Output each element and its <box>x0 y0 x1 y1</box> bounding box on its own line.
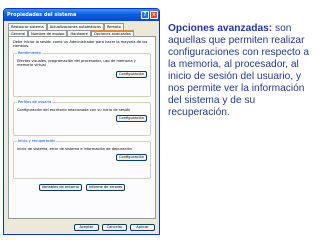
user-profiles-settings-button[interactable]: Configuración <box>116 115 147 123</box>
panel-bottom-buttons: Variables de entorno Informe de errores <box>13 183 151 191</box>
title-buttons: ? × <box>141 11 159 19</box>
help-button[interactable]: ? <box>141 11 149 19</box>
user-profiles-group: Perfiles de usuario Configuración del es… <box>13 99 151 136</box>
tab-row-1: Restaurar sistema Actualizaciones automá… <box>4 23 159 30</box>
title-bar[interactable]: Propiedades del sistema ? × <box>4 9 159 21</box>
dialog-footer: Aceptar Cancelar Aplicar <box>4 224 159 231</box>
window-title: Propiedades del sistema <box>7 12 77 18</box>
user-profiles-description: Configuración del escritorio relacionada… <box>17 107 131 112</box>
apply-button[interactable]: Aplicar <box>130 224 155 231</box>
advanced-options-panel: Debe iniciar la sesión como un Administr… <box>8 36 156 219</box>
startup-recovery-settings-button[interactable]: Configuración <box>116 154 147 162</box>
close-button[interactable]: × <box>150 11 158 19</box>
admin-note: Debe iniciar la sesión como un Administr… <box>13 40 148 49</box>
startup-recovery-description: Inicio de sistema, error de sistema e in… <box>17 146 132 151</box>
description-text: Opciones avanzadas: son aquellas que per… <box>168 23 318 119</box>
tab-actualizaciones-automaticas[interactable]: Actualizaciones automáticas <box>46 23 104 30</box>
system-properties-dialog: Propiedades del sistema ? × Restaurar si… <box>3 8 160 235</box>
startup-recovery-legend: Inicio y recuperación <box>17 138 57 143</box>
description-body: son aquellas que permiten realizar confi… <box>168 23 310 118</box>
performance-description: Efectos visuales, programación del proce… <box>17 58 136 68</box>
performance-settings-button[interactable]: Configuración <box>116 70 147 78</box>
ok-button[interactable]: Aceptar <box>74 224 99 231</box>
startup-recovery-group: Inicio y recuperación Inicio de sistema,… <box>13 138 151 179</box>
cancel-button[interactable]: Cancelar <box>102 224 127 231</box>
performance-group: Rendimiento Efectos visuales, programaci… <box>13 50 151 97</box>
user-profiles-legend: Perfiles de usuario <box>17 99 53 104</box>
tab-restaurar-sistema[interactable]: Restaurar sistema <box>8 23 47 30</box>
performance-legend: Rendimiento <box>17 50 42 55</box>
environment-variables-button[interactable]: Variables de entorno <box>38 183 82 191</box>
description-lead: Opciones avanzadas: <box>168 23 273 34</box>
error-report-button[interactable]: Informe de errores <box>85 183 126 191</box>
tab-remoto[interactable]: Remoto <box>103 23 124 30</box>
